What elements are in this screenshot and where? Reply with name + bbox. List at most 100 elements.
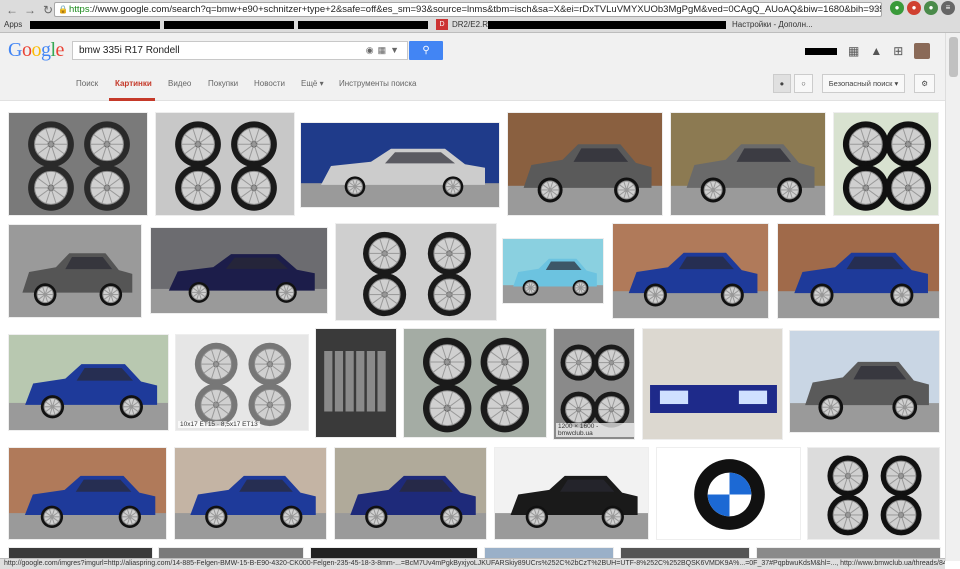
scrollbar[interactable]: [945, 33, 960, 561]
image-result[interactable]: [8, 224, 142, 318]
bookmark-star-icon[interactable]: ☆: [872, 2, 882, 15]
redacted-bookmark: [30, 21, 160, 29]
image-result[interactable]: [8, 112, 148, 216]
logo-letter: G: [8, 39, 22, 61]
settings-button[interactable]: ⚙: [914, 74, 935, 93]
extension-icon[interactable]: ●: [924, 1, 938, 15]
image-result[interactable]: [334, 447, 487, 540]
extension-icon[interactable]: ●: [907, 1, 921, 15]
image-result[interactable]: [833, 112, 939, 216]
thumbnail-image: [834, 113, 938, 215]
tab-news[interactable]: Новости: [254, 79, 285, 88]
redacted-bookmark: [164, 21, 294, 29]
safe-search-button[interactable]: Безопасный поиск ▾: [821, 74, 906, 93]
globe-filter-button[interactable]: ○: [794, 74, 813, 93]
image-result[interactable]: 10x17 ET15 · 8,5x17 ET13: [175, 334, 309, 431]
search-tabs: Поиск Картинки Видео Покупки Новости Ещё…: [0, 68, 945, 101]
extension-icon[interactable]: ●: [890, 1, 904, 15]
browser-chrome: ← → ↻ 🔒https://www.google.com/search?q=b…: [0, 0, 960, 33]
dr-icon: D: [436, 19, 448, 30]
input-tools: ◉▦▼: [366, 42, 403, 59]
image-result[interactable]: [642, 328, 783, 440]
image-result[interactable]: [150, 227, 328, 314]
forward-icon[interactable]: →: [22, 3, 38, 17]
image-result[interactable]: [155, 112, 295, 216]
image-result[interactable]: [174, 447, 327, 540]
image-result[interactable]: [777, 223, 940, 319]
thumbnail-image: [503, 239, 603, 303]
menu-icon[interactable]: ≡: [941, 1, 955, 15]
tab-search[interactable]: Поиск: [76, 79, 98, 88]
extensions: ● ● ● ≡: [890, 1, 955, 15]
thumbnail-caption: 1200 × 1600 - bmwclub.ua: [556, 423, 634, 437]
gear-icon: ⚙: [921, 79, 928, 88]
thumbnail-image: [9, 448, 166, 539]
image-result[interactable]: [8, 334, 169, 431]
thumbnail-image: [175, 448, 326, 539]
camera-icon[interactable]: ◉: [366, 45, 378, 55]
person-icon: ●: [779, 79, 785, 88]
address-bar[interactable]: 🔒https://www.google.com/search?q=bmw+e90…: [54, 2, 882, 17]
thumbnail-image: [404, 329, 546, 437]
thumbnail-image: [151, 228, 327, 313]
image-result[interactable]: [507, 112, 663, 216]
thumbnail-image: [335, 448, 486, 539]
account-area: ▦ ▲ ⊞: [805, 43, 931, 59]
google-logo[interactable]: Google: [8, 39, 64, 62]
image-result[interactable]: [315, 328, 397, 438]
logo-letter: e: [55, 39, 65, 61]
thumbnail-image: [316, 329, 396, 437]
tab-search-tools[interactable]: Инструменты поиска: [339, 79, 416, 88]
keyboard-icon[interactable]: ▦: [378, 45, 391, 55]
image-result[interactable]: [807, 447, 940, 540]
image-result[interactable]: [502, 238, 604, 304]
image-result[interactable]: [494, 447, 649, 540]
thumbnail-caption: 10x17 ET15 · 8,5x17 ET13: [178, 421, 260, 428]
image-result[interactable]: 1200 × 1600 - bmwclub.ua: [553, 328, 635, 440]
globe-icon: ○: [801, 79, 806, 88]
image-result[interactable]: [670, 112, 826, 216]
redacted-username[interactable]: [805, 47, 837, 55]
person-filter-button[interactable]: ●: [772, 74, 792, 93]
lock-icon: 🔒: [58, 5, 68, 14]
tab-video[interactable]: Видео: [168, 79, 191, 88]
browser-nav: ← → ↻: [4, 3, 56, 17]
thumbnail-image: [790, 331, 939, 432]
image-result[interactable]: [403, 328, 547, 438]
bookmark-settings[interactable]: Настройки - Дополн...: [732, 18, 813, 32]
thumbnail-image: [495, 448, 648, 539]
tab-more[interactable]: Ещё ▾: [301, 79, 324, 88]
image-results-grid: 10x17 ET15 · 8,5x17 ET13 1200 × 1600 - bm…: [0, 101, 945, 561]
bookmarks-bar: Apps D DR2/E2.RU Настройки - Дополн...: [0, 18, 960, 33]
thumbnail-image: [808, 448, 939, 539]
search-button[interactable]: ⚲: [409, 41, 443, 60]
microphone-icon[interactable]: ▼: [390, 45, 403, 55]
tab-shopping[interactable]: Покупки: [208, 79, 238, 88]
image-result[interactable]: [789, 330, 940, 433]
result-tools: ● ○ Безопасный поиск ▾ ⚙: [772, 74, 935, 93]
thumbnail-image: [9, 225, 141, 317]
thumbnail-image: [176, 335, 308, 430]
notifications-icon[interactable]: ▲: [870, 44, 882, 58]
thumbnail-image: [156, 113, 294, 215]
share-plus-icon[interactable]: ⊞: [893, 44, 903, 58]
scrollbar-thumb[interactable]: [949, 37, 958, 77]
bookmark-apps[interactable]: Apps: [4, 18, 22, 32]
thumbnail-image: [9, 113, 147, 215]
back-icon[interactable]: ←: [4, 3, 20, 17]
thumbnail-image: [778, 224, 939, 318]
tab-images[interactable]: Картинки: [115, 79, 152, 88]
image-result[interactable]: [300, 122, 500, 208]
redacted-bookmark: [488, 21, 726, 29]
thumbnail-image: [613, 224, 768, 318]
avatar[interactable]: [914, 43, 931, 59]
image-result[interactable]: [612, 223, 769, 319]
status-bar: http://google.com/imgres?imgurl=http://a…: [0, 558, 945, 569]
thumbnail-image: [301, 123, 499, 207]
search-icon: ⚲: [422, 45, 430, 56]
image-result[interactable]: [656, 447, 801, 540]
search-input[interactable]: bmw 335i R17 Rondell ◉▦▼: [72, 41, 408, 60]
apps-grid-icon[interactable]: ▦: [848, 44, 859, 58]
image-result[interactable]: [335, 223, 497, 321]
image-result[interactable]: [8, 447, 167, 540]
